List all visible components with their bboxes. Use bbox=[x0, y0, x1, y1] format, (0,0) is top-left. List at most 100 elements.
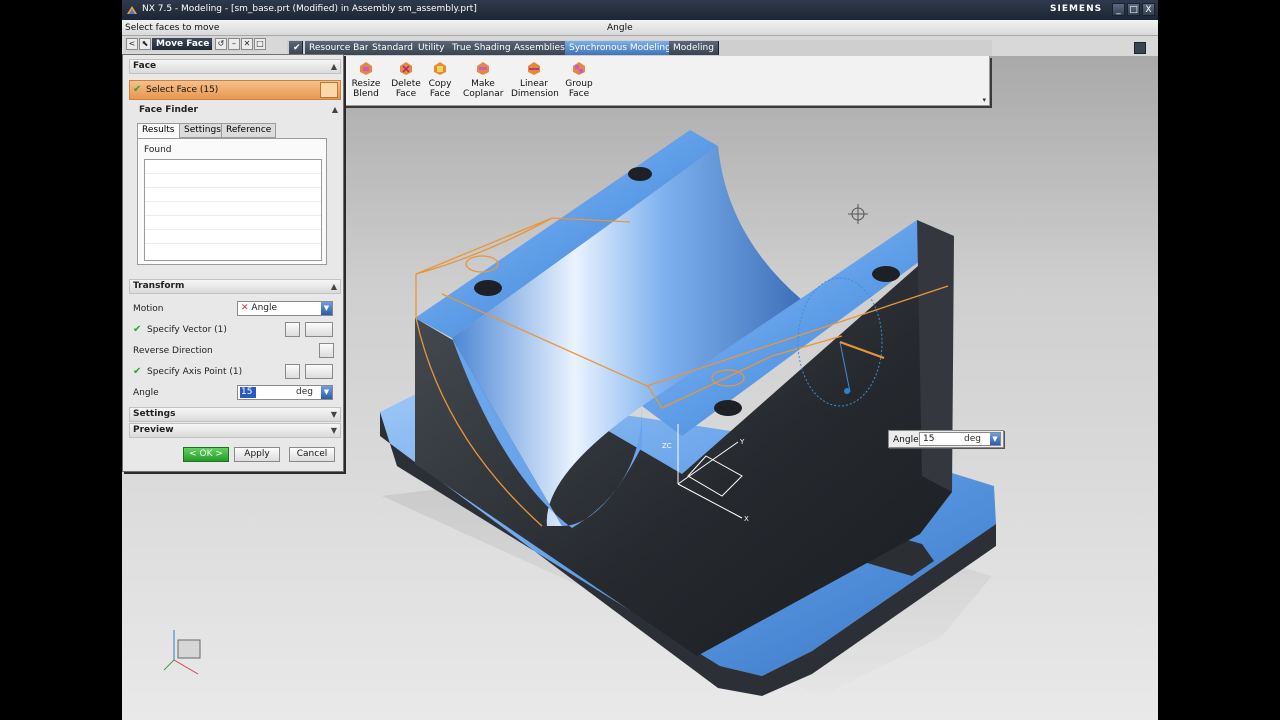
angle-popup-dropdown-icon[interactable]: ▼ bbox=[990, 433, 1000, 445]
synchronous-modeling-ribbon: Resize Blend Delete Face Copy Face Make … bbox=[344, 56, 990, 106]
brand-label: SIEMENS bbox=[1050, 4, 1103, 14]
angle-row: Angle 15 deg ▼ bbox=[133, 384, 341, 402]
apply-button[interactable]: Apply bbox=[234, 447, 280, 462]
face-section-header[interactable]: Face ▲ bbox=[129, 59, 341, 74]
linear-dimension-line1: Linear bbox=[520, 79, 548, 89]
angle-label: Angle bbox=[133, 388, 159, 398]
vector-dialog-icon[interactable] bbox=[285, 322, 300, 337]
nx-logo-icon bbox=[127, 6, 137, 14]
close-dialog-button[interactable]: ✕ bbox=[241, 38, 253, 50]
make-coplanar-button[interactable]: Make Coplanar bbox=[463, 60, 503, 99]
nx-window: NX 7.5 - Modeling - [sm_base.prt (Modifi… bbox=[122, 0, 1158, 720]
copy-face-button[interactable]: Copy Face bbox=[425, 60, 455, 99]
maximize-button[interactable]: □ bbox=[1127, 3, 1140, 16]
chevron-down-icon: ▼ bbox=[321, 302, 332, 315]
settings-section-header[interactable]: Settings ▼ bbox=[129, 407, 341, 422]
specify-axis-point-row: ✔ Specify Axis Point (1) bbox=[133, 363, 341, 381]
reset-button[interactable]: ↺ bbox=[215, 38, 227, 50]
tab-modeling[interactable]: Modeling bbox=[669, 41, 719, 55]
select-face-label: Select Face (15) bbox=[146, 85, 219, 95]
tab-synchronous-modeling[interactable]: Synchronous Modeling bbox=[565, 41, 676, 55]
back-button[interactable]: < bbox=[126, 38, 138, 50]
face-select-icon[interactable] bbox=[320, 82, 338, 98]
pin-icon[interactable]: ⬉ bbox=[139, 38, 151, 50]
tab-reference[interactable]: Reference bbox=[221, 123, 277, 138]
angle-input[interactable]: 15 deg ▼ bbox=[237, 385, 333, 400]
tab-check-icon[interactable]: ✔ bbox=[289, 41, 303, 55]
expand-icon: ▼ bbox=[330, 426, 337, 435]
toolbar-options-icon[interactable] bbox=[1134, 42, 1146, 54]
reverse-direction-label: Reverse Direction bbox=[133, 346, 213, 356]
list-item bbox=[145, 174, 321, 188]
copy-face-line1: Copy bbox=[428, 79, 452, 89]
found-list[interactable] bbox=[144, 159, 322, 261]
face-section-title: Face bbox=[133, 61, 157, 71]
settings-section-title: Settings bbox=[133, 409, 176, 419]
linear-dimension-line2: Dimension bbox=[511, 89, 559, 99]
angle-popup-value: 15 bbox=[923, 434, 935, 444]
ribbon-expand-icon[interactable]: ▾ bbox=[982, 96, 986, 104]
linear-dimension-button[interactable]: Linear Dimension bbox=[511, 60, 559, 99]
preview-section-header[interactable]: Preview ▼ bbox=[129, 423, 341, 438]
linear-dimension-icon bbox=[528, 62, 540, 75]
collapse-icon: ▲ bbox=[330, 62, 337, 71]
check-icon: ✔ bbox=[133, 324, 142, 335]
resize-blend-line1: Resize bbox=[351, 79, 381, 89]
point-type-icon[interactable] bbox=[305, 364, 333, 379]
list-item bbox=[145, 188, 321, 202]
group-face-button[interactable]: Group Face bbox=[563, 60, 595, 99]
copy-face-icon bbox=[434, 62, 446, 75]
toolbar-tabs: ✔ Resource Bar Standard Utility True Sha… bbox=[287, 40, 1146, 56]
point-dialog-icon[interactable] bbox=[285, 364, 300, 379]
vector-type-icon[interactable] bbox=[305, 322, 333, 337]
tab-results[interactable]: Results bbox=[137, 123, 180, 139]
list-item bbox=[145, 216, 321, 230]
make-coplanar-line2: Coplanar bbox=[463, 89, 504, 99]
status-line: Angle bbox=[607, 23, 633, 33]
tab-assemblies[interactable]: Assemblies bbox=[510, 41, 570, 55]
transform-section-header[interactable]: Transform ▲ bbox=[129, 279, 341, 294]
dialog-title: Move Face bbox=[152, 38, 212, 50]
reverse-direction-icon[interactable] bbox=[319, 343, 334, 358]
tab-resource-bar[interactable]: Resource Bar bbox=[305, 41, 374, 55]
copy-face-line2: Face bbox=[429, 89, 451, 99]
motion-value: Angle bbox=[251, 303, 278, 313]
preview-section-title: Preview bbox=[133, 425, 174, 435]
close-button[interactable]: X bbox=[1142, 3, 1155, 16]
ok-button[interactable]: < OK > bbox=[183, 447, 229, 462]
angle-popup-field[interactable]: 15 deg ▼ bbox=[919, 432, 1001, 446]
found-label: Found bbox=[144, 145, 172, 155]
make-coplanar-icon bbox=[477, 62, 489, 75]
tab-settings[interactable]: Settings bbox=[179, 123, 226, 138]
motion-label: Motion bbox=[133, 304, 164, 314]
face-finder-header[interactable]: Face Finder ▲ bbox=[133, 103, 341, 117]
delete-face-button[interactable]: Delete Face bbox=[389, 60, 423, 99]
minimize-dialog-button[interactable]: – bbox=[228, 38, 240, 50]
group-face-line1: Group bbox=[565, 79, 593, 89]
resize-blend-button[interactable]: Resize Blend bbox=[349, 60, 383, 99]
motion-select[interactable]: ✕ Angle ▼ bbox=[237, 301, 333, 316]
angle-popup-label: Angle bbox=[893, 435, 919, 445]
restore-dialog-button[interactable]: □ bbox=[254, 38, 266, 50]
collapse-icon: ▲ bbox=[330, 282, 337, 291]
axis-label-z: ZC bbox=[662, 442, 672, 450]
reverse-direction-row: Reverse Direction bbox=[133, 342, 341, 360]
list-item bbox=[145, 160, 321, 174]
resize-blend-line2: Blend bbox=[353, 89, 379, 99]
specify-axis-point-label: Specify Axis Point (1) bbox=[147, 367, 243, 377]
tab-true-shading[interactable]: True Shading bbox=[448, 41, 516, 55]
specify-vector-row: ✔ Specify Vector (1) bbox=[133, 321, 341, 339]
list-item bbox=[145, 202, 321, 216]
tab-standard[interactable]: Standard bbox=[368, 41, 418, 55]
delete-face-line1: Delete bbox=[391, 79, 421, 89]
cue-line: Select faces to move Angle bbox=[122, 20, 1158, 36]
angle-popup-unit: deg bbox=[964, 434, 981, 444]
tab-utility[interactable]: Utility bbox=[414, 41, 450, 55]
select-face-row[interactable]: ✔ Select Face (15) bbox=[129, 80, 341, 100]
cancel-button[interactable]: Cancel bbox=[289, 447, 335, 462]
angle-screen-input[interactable]: Angle 15 deg ▼ bbox=[888, 430, 1004, 448]
angle-dropdown-icon[interactable]: ▼ bbox=[321, 386, 332, 399]
angle-motion-icon: ✕ bbox=[241, 303, 249, 313]
minimize-button[interactable]: _ bbox=[1112, 3, 1125, 16]
group-face-line2: Face bbox=[568, 89, 590, 99]
